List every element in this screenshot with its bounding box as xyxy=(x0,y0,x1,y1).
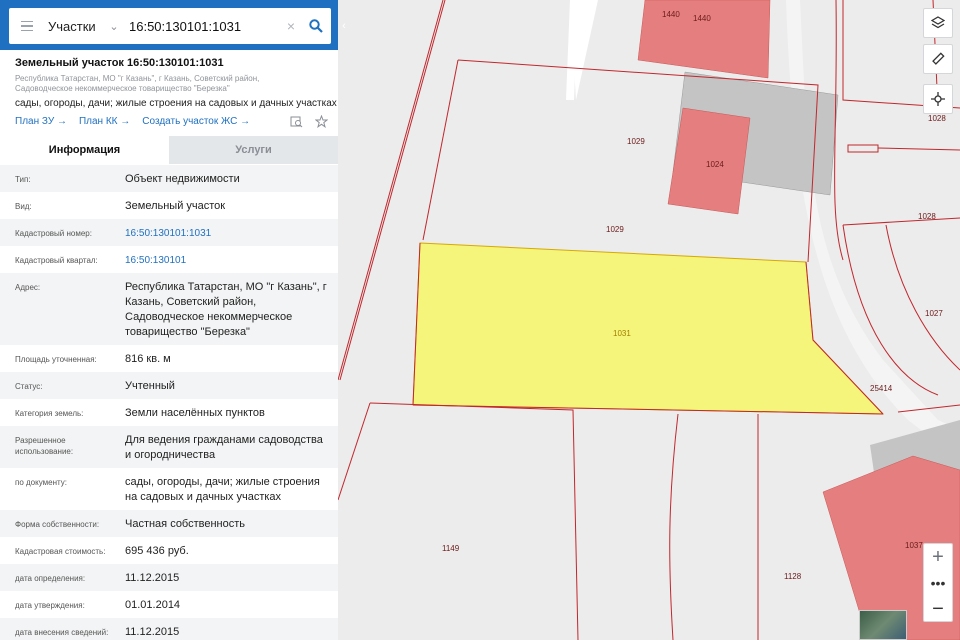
arrow-right-icon: → xyxy=(240,116,251,127)
search-button[interactable] xyxy=(301,8,331,44)
row-cadastral-quarter: Кадастровый квартал: 16:50:130101 xyxy=(0,246,338,273)
row-entry-date: дата внесения сведений: 11.12.2015 xyxy=(0,618,338,640)
object-purpose: сады, огороды, дачи; жилые строения на с… xyxy=(15,98,337,109)
row-determination-date: дата определения: 11.12.2015 xyxy=(0,564,338,591)
menu-icon[interactable] xyxy=(9,8,45,44)
clear-icon[interactable]: × xyxy=(281,18,301,34)
basemap-thumbnail[interactable] xyxy=(859,610,907,640)
label-1037: 1037 xyxy=(905,541,923,550)
zoom-in-icon[interactable]: + xyxy=(924,544,952,570)
locate-button[interactable] xyxy=(923,84,953,114)
info-panel: Участки ⌄ 16:50:130101:1031 × Земельный … xyxy=(0,0,338,640)
map-canvas[interactable]: 1440 1440 1029 1024 1028 1029 1028 1031 … xyxy=(338,0,960,640)
locate-icon xyxy=(931,92,945,106)
action-links: План ЗУ → План КК → Создать участок ЖС → xyxy=(15,116,250,127)
link-create-zhs[interactable]: Создать участок ЖС → xyxy=(142,116,250,127)
layers-icon xyxy=(931,16,945,29)
print-icon[interactable] xyxy=(290,115,303,128)
label-1031: 1031 xyxy=(613,329,631,338)
row-permitted-use: Разрешенное использование: Для ведения гр… xyxy=(0,426,338,468)
row-status: Статус: Учтенный xyxy=(0,372,338,399)
row-land-category: Категория земель: Земли населённых пункто… xyxy=(0,399,338,426)
label-1440-b: 1440 xyxy=(693,14,711,23)
label-25414: 25414 xyxy=(870,384,893,393)
label-1440-a: 1440 xyxy=(662,10,680,19)
label-1024: 1024 xyxy=(706,160,724,169)
ruler-icon xyxy=(932,52,945,65)
link-plan-kk[interactable]: План КК → xyxy=(79,116,130,127)
row-type: Тип: Объект недвижимости xyxy=(0,165,338,192)
card-actions xyxy=(290,115,328,128)
row-area: Площадь уточненная: 816 кв. м xyxy=(0,345,338,372)
cadastral-map: 1440 1440 1029 1024 1028 1029 1028 1031 … xyxy=(338,0,960,640)
zoom-out-icon[interactable]: − xyxy=(924,596,952,622)
search-category[interactable]: Участки xyxy=(45,19,103,34)
row-cadastral-number: Кадастровый номер: 16:50:130101:1031 xyxy=(0,219,338,246)
search-box: Участки ⌄ 16:50:130101:1031 × xyxy=(9,8,331,44)
search-icon xyxy=(309,19,323,33)
link-plan-zu[interactable]: План ЗУ → xyxy=(15,116,67,127)
tab-services[interactable]: Услуги xyxy=(169,136,338,164)
attribute-table: Тип: Объект недвижимости Вид: Земельный уч… xyxy=(0,165,338,640)
measure-button[interactable] xyxy=(923,44,953,74)
star-icon[interactable] xyxy=(315,115,328,128)
row-cadastral-value: Кадастровая стоимость: 695 436 руб. xyxy=(0,537,338,564)
label-1029-b: 1029 xyxy=(606,225,624,234)
label-1028-b: 1028 xyxy=(918,212,936,221)
label-1128: 1128 xyxy=(784,572,802,581)
address-line-2: Садоводческое некоммерческое товариществ… xyxy=(15,84,230,93)
object-title: Земельный участок 16:50:130101:1031 xyxy=(15,57,224,69)
more-icon[interactable]: ••• xyxy=(924,570,952,596)
road-line xyxy=(566,0,578,101)
zoom-control: + ••• − xyxy=(923,543,953,622)
label-1149: 1149 xyxy=(442,544,460,553)
row-ownership: Форма собственности: Частная собственност… xyxy=(0,510,338,537)
arrow-right-icon: → xyxy=(120,116,131,127)
row-approval-date: дата утверждения: 01.01.2014 xyxy=(0,591,338,618)
row-by-document: по документу: сады, огороды, дачи; жилые … xyxy=(0,468,338,510)
search-input[interactable]: 16:50:130101:1031 xyxy=(125,19,281,34)
search-bar: Участки ⌄ 16:50:130101:1031 × xyxy=(0,0,338,50)
row-address: Адрес: Республика Татарстан, МО "г Казань… xyxy=(0,273,338,345)
row-kind: Вид: Земельный участок xyxy=(0,192,338,219)
layers-button[interactable] xyxy=(923,8,953,38)
label-1028-a: 1028 xyxy=(928,114,946,123)
collapse-panel-icon[interactable]: ‹ xyxy=(338,8,350,44)
arrow-right-icon: → xyxy=(56,116,67,127)
tab-info[interactable]: Информация xyxy=(0,136,169,164)
label-1029-a: 1029 xyxy=(627,137,645,146)
tabs: Информация Услуги xyxy=(0,136,338,164)
address-line-1: Республика Татарстан, МО "г Казань", г К… xyxy=(15,74,260,83)
chevron-down-icon[interactable]: ⌄ xyxy=(103,20,125,33)
label-1027: 1027 xyxy=(925,309,943,318)
object-address: Республика Татарстан, МО "г Казань", г К… xyxy=(15,74,295,94)
